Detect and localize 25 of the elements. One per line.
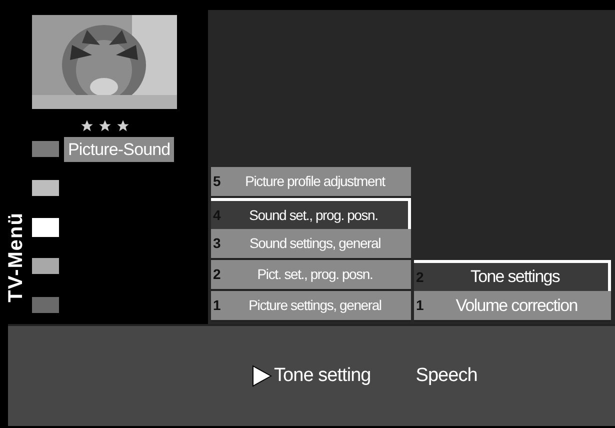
item-label: Volume correction (454, 294, 578, 317)
category-label: Picture-Sound (64, 136, 174, 162)
option-label[interactable]: Speech (416, 362, 478, 390)
star-icon (80, 119, 94, 133)
item-number: 2 (213, 265, 222, 284)
item-label: Sound set., prog. posn. (248, 206, 379, 225)
menu-item[interactable]: 5 Picture profile adjustment (211, 167, 411, 198)
star-icon (98, 119, 112, 133)
category-tab[interactable] (32, 218, 59, 236)
item-number: 5 (213, 172, 222, 191)
item-label: Picture settings, general (248, 296, 382, 315)
menu-title: TV-Menü (4, 212, 28, 302)
item-number: 3 (213, 234, 222, 253)
item-label: Picture profile adjustment (244, 172, 386, 191)
item-label: Sound settings, general (248, 234, 382, 253)
item-label: Pict. set., prog. posn. (256, 265, 374, 284)
star-icon (116, 119, 130, 133)
menu-item[interactable]: 3 Sound settings, general (211, 229, 411, 260)
option-label[interactable]: Tone setting (274, 362, 371, 390)
item-number: 1 (213, 296, 222, 315)
item-number: 1 (416, 296, 425, 315)
menu-item[interactable]: 1 Volume correction (414, 291, 611, 322)
item-label: Tone settings (469, 266, 561, 288)
menu-item[interactable]: 1 Picture settings, general (211, 291, 411, 322)
menu-item[interactable]: 2 Pict. set., prog. posn. (211, 260, 411, 291)
